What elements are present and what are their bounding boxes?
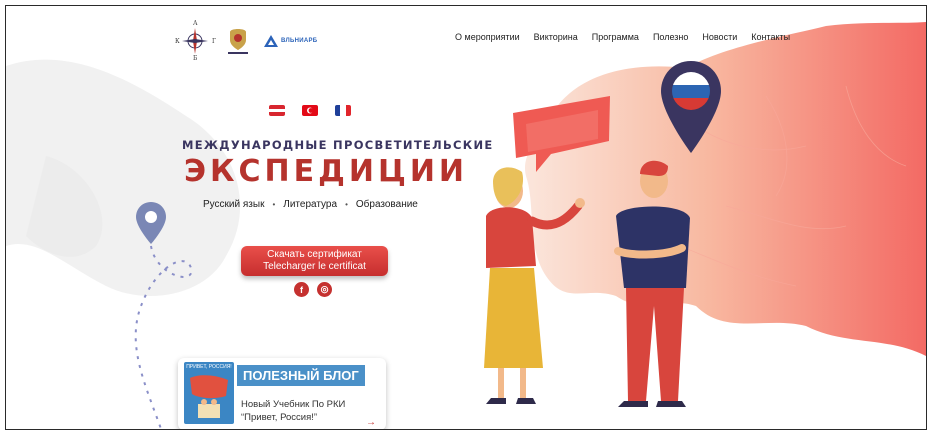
cert-label-ru: Скачать сертификат [267, 249, 362, 260]
ministry-emblem-icon[interactable] [226, 26, 250, 56]
instagram-icon[interactable]: ◎ [317, 282, 332, 297]
topic-education: Образование [355, 199, 418, 210]
compass-e: Г [212, 38, 216, 45]
partner-logos: А Б К Г ВЛЬНИАРБ [175, 20, 317, 62]
nav-about[interactable]: О мероприятии [455, 32, 520, 42]
flag-austria[interactable] [269, 105, 285, 116]
textbook-cover-image: ПРИВЕТ, РОССИЯ! [184, 362, 234, 424]
nav-news[interactable]: Новости [702, 32, 737, 42]
blog-card[interactable]: ПРИВЕТ, РОССИЯ! ПОЛЕЗНЫЙ БЛОГ Новый Учеб… [178, 358, 386, 429]
page-frame: А Б К Г ВЛЬНИАРБ О мероприятии Викторина… [5, 5, 927, 430]
facebook-icon[interactable]: f [294, 282, 309, 297]
cert-label-fr: Telecharger le certificat [263, 261, 366, 272]
page-title: ЭКСПЕДИЦИИ [184, 154, 469, 189]
title-top: МЕЖДУНАРОДНЫЕ ПРОСВЕТИТЕЛЬСКИЕ [182, 138, 494, 152]
partner-logo[interactable]: ВЛЬНИАРБ [264, 35, 317, 47]
nav-contacts[interactable]: Контакты [751, 32, 790, 42]
nav-quiz[interactable]: Викторина [534, 32, 578, 42]
social-links: f ◎ [294, 282, 332, 297]
crescent-icon [306, 107, 313, 114]
background-illustration [6, 22, 926, 429]
partner-logo-text: ВЛЬНИАРБ [281, 38, 318, 44]
blog-post-subtitle: “Привет, Россия!” [241, 412, 318, 423]
language-flags [269, 105, 351, 116]
separator-dot: • [345, 200, 348, 209]
map-illustration-icon [190, 375, 228, 418]
download-certificate-button[interactable]: Скачать сертификат Telecharger le certif… [241, 246, 388, 276]
topic-literature: Литература [283, 199, 338, 210]
compass-icon [182, 28, 208, 54]
topic-russian-language: Русский язык [203, 199, 265, 210]
flag-france[interactable] [335, 105, 351, 116]
blog-tag: ПОЛЕЗНЫЙ БЛОГ [237, 365, 365, 386]
compass-logo[interactable]: А Б К Г [175, 20, 216, 62]
nav-useful[interactable]: Полезно [653, 32, 688, 42]
subtitle-topics: Русский язык • Литература • Образование [203, 199, 418, 210]
compass-w: К [175, 38, 180, 45]
separator-dot: • [272, 200, 276, 209]
top-navigation: О мероприятии Викторина Программа Полезн… [455, 32, 790, 42]
triangle-logo-icon [264, 35, 278, 47]
nav-program[interactable]: Программа [592, 32, 639, 42]
compass-s: Б [193, 55, 198, 62]
flag-turkey[interactable] [302, 105, 318, 116]
arrow-right-icon[interactable]: → [366, 417, 376, 428]
blog-post-title: Новый Учебник По РКИ [241, 399, 346, 410]
russia-map-shape [525, 22, 926, 356]
compass-n: А [193, 20, 198, 27]
